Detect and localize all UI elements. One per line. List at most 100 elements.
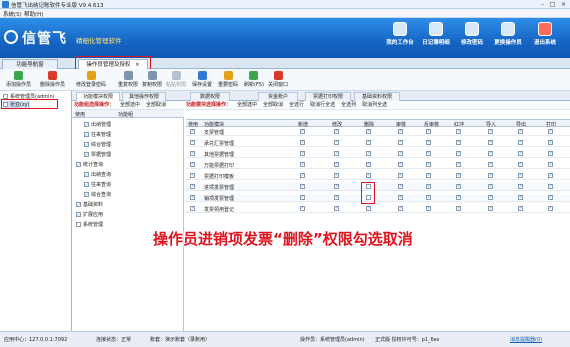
permission-checkbox[interactable]: ✓ bbox=[548, 173, 553, 178]
tree-checkbox[interactable]: ✓ bbox=[76, 212, 81, 217]
permission-checkbox[interactable]: ✓ bbox=[366, 173, 371, 178]
delete-operator-button[interactable]: 删除操作员 bbox=[40, 71, 65, 88]
permission-checkbox[interactable]: ✓ bbox=[300, 151, 305, 156]
use-checkbox[interactable]: ✓ bbox=[190, 195, 195, 200]
grid-row[interactable]: ✓ 万能票据打印 ✓ ✓ ✓ ✓ ✓ ✓ ✓ ✓ ✓ bbox=[186, 161, 570, 169]
tree-item[interactable]: ✓ 往来查询 bbox=[84, 181, 111, 188]
cancel-row[interactable]: 取消行全选 bbox=[310, 102, 335, 108]
group-cancel-all[interactable]: 全部取消 bbox=[146, 102, 166, 108]
permission-checkbox[interactable]: ✓ bbox=[518, 206, 523, 211]
change-login-password-button[interactable]: 修改登录密码 bbox=[76, 71, 106, 88]
permission-checkbox[interactable]: ✓ bbox=[334, 140, 339, 145]
permission-checkbox[interactable]: ✓ bbox=[300, 195, 305, 200]
cancel-col[interactable]: 取消列全选 bbox=[362, 102, 387, 108]
tab-base-data-permissions[interactable]: 基础资料权限 bbox=[354, 92, 400, 101]
permission-checkbox[interactable]: ✓ bbox=[488, 184, 493, 189]
permission-checkbox[interactable]: ✓ bbox=[300, 184, 305, 189]
tab-navigation[interactable]: 功能导航窗 bbox=[2, 59, 58, 69]
grid-row[interactable]: ✓ 发票领用登记 ✓ ✓ ✓ ✓ ✓ ✓ ✓ ✓ ✓ bbox=[186, 205, 570, 213]
tab-data-permissions[interactable]: 数据权限 bbox=[190, 92, 230, 101]
grid-row[interactable]: ✓ 其他票据管理 ✓ ✓ ✓ ✓ ✓ ✓ ✓ ✓ ✓ bbox=[186, 150, 570, 158]
permission-checkbox[interactable]: ✓ bbox=[518, 173, 523, 178]
tree-item[interactable]: ✓ 出纳管理 bbox=[84, 121, 111, 128]
permission-checkbox[interactable]: ✓ bbox=[300, 140, 305, 145]
permission-checkbox[interactable]: ✓ bbox=[426, 206, 431, 211]
permission-checkbox[interactable]: ✓ bbox=[456, 173, 461, 178]
group-select-all[interactable]: 全部选中 bbox=[120, 102, 140, 108]
tree-checkbox[interactable]: ✓ bbox=[84, 132, 89, 137]
permission-checkbox[interactable]: ✓ bbox=[548, 195, 553, 200]
permission-checkbox[interactable]: ✓ bbox=[426, 195, 431, 200]
change-password-button[interactable]: 修改密码 bbox=[454, 22, 490, 46]
tree-checkbox[interactable]: ✓ bbox=[84, 182, 89, 187]
tree-item[interactable]: ✓ 综合查询 bbox=[84, 191, 111, 198]
tree-item[interactable]: ✓ 往来管理 bbox=[84, 131, 111, 138]
permission-checkbox[interactable]: ✓ bbox=[398, 151, 403, 156]
menu-system[interactable]: 系统(S) bbox=[3, 10, 22, 18]
tree-checkbox[interactable]: ✓ bbox=[76, 202, 81, 207]
permission-checkbox[interactable]: ✓ bbox=[548, 129, 553, 134]
tree-checkbox[interactable]: ✓ bbox=[84, 172, 89, 177]
permission-checkbox[interactable]: ✓ bbox=[398, 206, 403, 211]
use-checkbox[interactable]: ✓ bbox=[190, 151, 195, 156]
permission-checkbox[interactable]: ✓ bbox=[426, 151, 431, 156]
module-select-all[interactable]: 全部选中 bbox=[237, 102, 257, 108]
tree-item[interactable]: ✓ 票据管理 bbox=[84, 151, 111, 158]
journal-button[interactable]: 日记簿明细 bbox=[418, 22, 454, 46]
use-checkbox[interactable]: ✓ bbox=[190, 129, 195, 134]
minimize-button[interactable]: – bbox=[538, 1, 547, 8]
permission-checkbox[interactable]: ✓ bbox=[334, 151, 339, 156]
permission-checkbox[interactable]: ✓ bbox=[456, 162, 461, 167]
module-cancel-all[interactable]: 全部取消 bbox=[263, 102, 283, 108]
permission-checkbox[interactable]: ✓ bbox=[548, 140, 553, 145]
permission-checkbox[interactable]: ✓ bbox=[518, 162, 523, 167]
permission-checkbox[interactable]: ✓ bbox=[488, 129, 493, 134]
permission-checkbox[interactable]: ✓ bbox=[366, 129, 371, 134]
permission-checkbox[interactable]: ✓ bbox=[456, 195, 461, 200]
tree-checkbox[interactable]: ✓ bbox=[84, 142, 89, 147]
permission-checkbox[interactable]: ✓ bbox=[300, 173, 305, 178]
menu-help[interactable]: 帮助(H) bbox=[24, 10, 43, 18]
tree-checkbox[interactable]: ✓ bbox=[84, 122, 89, 127]
permission-checkbox[interactable]: ✓ bbox=[488, 151, 493, 156]
permission-checkbox[interactable]: ✓ bbox=[334, 206, 339, 211]
permission-checkbox[interactable]: ✓ bbox=[398, 140, 403, 145]
tree-checkbox[interactable]: ✓ bbox=[84, 192, 89, 197]
permission-checkbox[interactable]: ✓ bbox=[366, 206, 371, 211]
permission-checkbox[interactable]: ✓ bbox=[300, 129, 305, 134]
permission-checkbox[interactable]: ✓ bbox=[426, 184, 431, 189]
message-reminder-link[interactable]: 消息提醒器(0) bbox=[510, 336, 542, 343]
permission-checkbox[interactable]: ✓ bbox=[398, 162, 403, 167]
paste-permission-button[interactable]: 粘贴权限 bbox=[166, 71, 186, 88]
permission-checkbox[interactable]: ✓ bbox=[398, 184, 403, 189]
permission-checkbox[interactable]: ✓ bbox=[426, 173, 431, 178]
permission-checkbox[interactable]: ✓ bbox=[334, 195, 339, 200]
tree-item[interactable]: ✓ 基础资料 bbox=[76, 201, 103, 208]
permission-checkbox[interactable]: ✓ bbox=[334, 129, 339, 134]
tab-print-permissions[interactable]: 票据打印权限 bbox=[305, 92, 351, 101]
permission-checkbox[interactable]: ✓ bbox=[518, 129, 523, 134]
workbench-button[interactable]: 我的工作台 bbox=[382, 22, 418, 46]
grid-row[interactable]: ✓ 支票管理 ✓ ✓ ✓ ✓ ✓ ✓ ✓ ✓ ✓ bbox=[186, 128, 570, 136]
tree-item[interactable]: ✓ 综合管理 bbox=[84, 141, 111, 148]
permission-checkbox[interactable]: ✓ bbox=[548, 151, 553, 156]
permission-checkbox[interactable]: ✓ bbox=[456, 184, 461, 189]
permission-checkbox[interactable]: ✓ bbox=[334, 184, 339, 189]
permission-checkbox[interactable]: ✓ bbox=[398, 129, 403, 134]
reset-permission-button[interactable]: 重复权限 bbox=[118, 71, 138, 88]
use-checkbox[interactable]: ✓ bbox=[190, 206, 195, 211]
permission-checkbox[interactable]: ✓ bbox=[366, 140, 371, 145]
permission-checkbox[interactable]: ✓ bbox=[456, 206, 461, 211]
permission-checkbox[interactable]: ✓ bbox=[366, 162, 371, 167]
tree-item[interactable]: 系统管理 bbox=[76, 221, 103, 228]
permission-checkbox[interactable]: ✓ bbox=[518, 140, 523, 145]
grid-row[interactable]: ✓ 票据打印模板 ✓ ✓ ✓ ✓ ✓ ✓ ✓ ✓ ✓ bbox=[186, 172, 570, 180]
tab-function-permissions[interactable]: 功能模块权限 bbox=[76, 92, 120, 101]
permission-checkbox[interactable]: ✓ bbox=[456, 140, 461, 145]
add-operator-button[interactable]: 添加操作员 bbox=[6, 71, 31, 88]
important-password-button[interactable]: 重要密码 bbox=[218, 71, 238, 88]
close-window-tool-button[interactable]: 关闭窗口 bbox=[268, 71, 288, 88]
use-checkbox[interactable]: ✓ bbox=[190, 173, 195, 178]
permission-checkbox[interactable]: ✓ bbox=[456, 129, 461, 134]
permission-checkbox[interactable]: ✓ bbox=[548, 206, 553, 211]
